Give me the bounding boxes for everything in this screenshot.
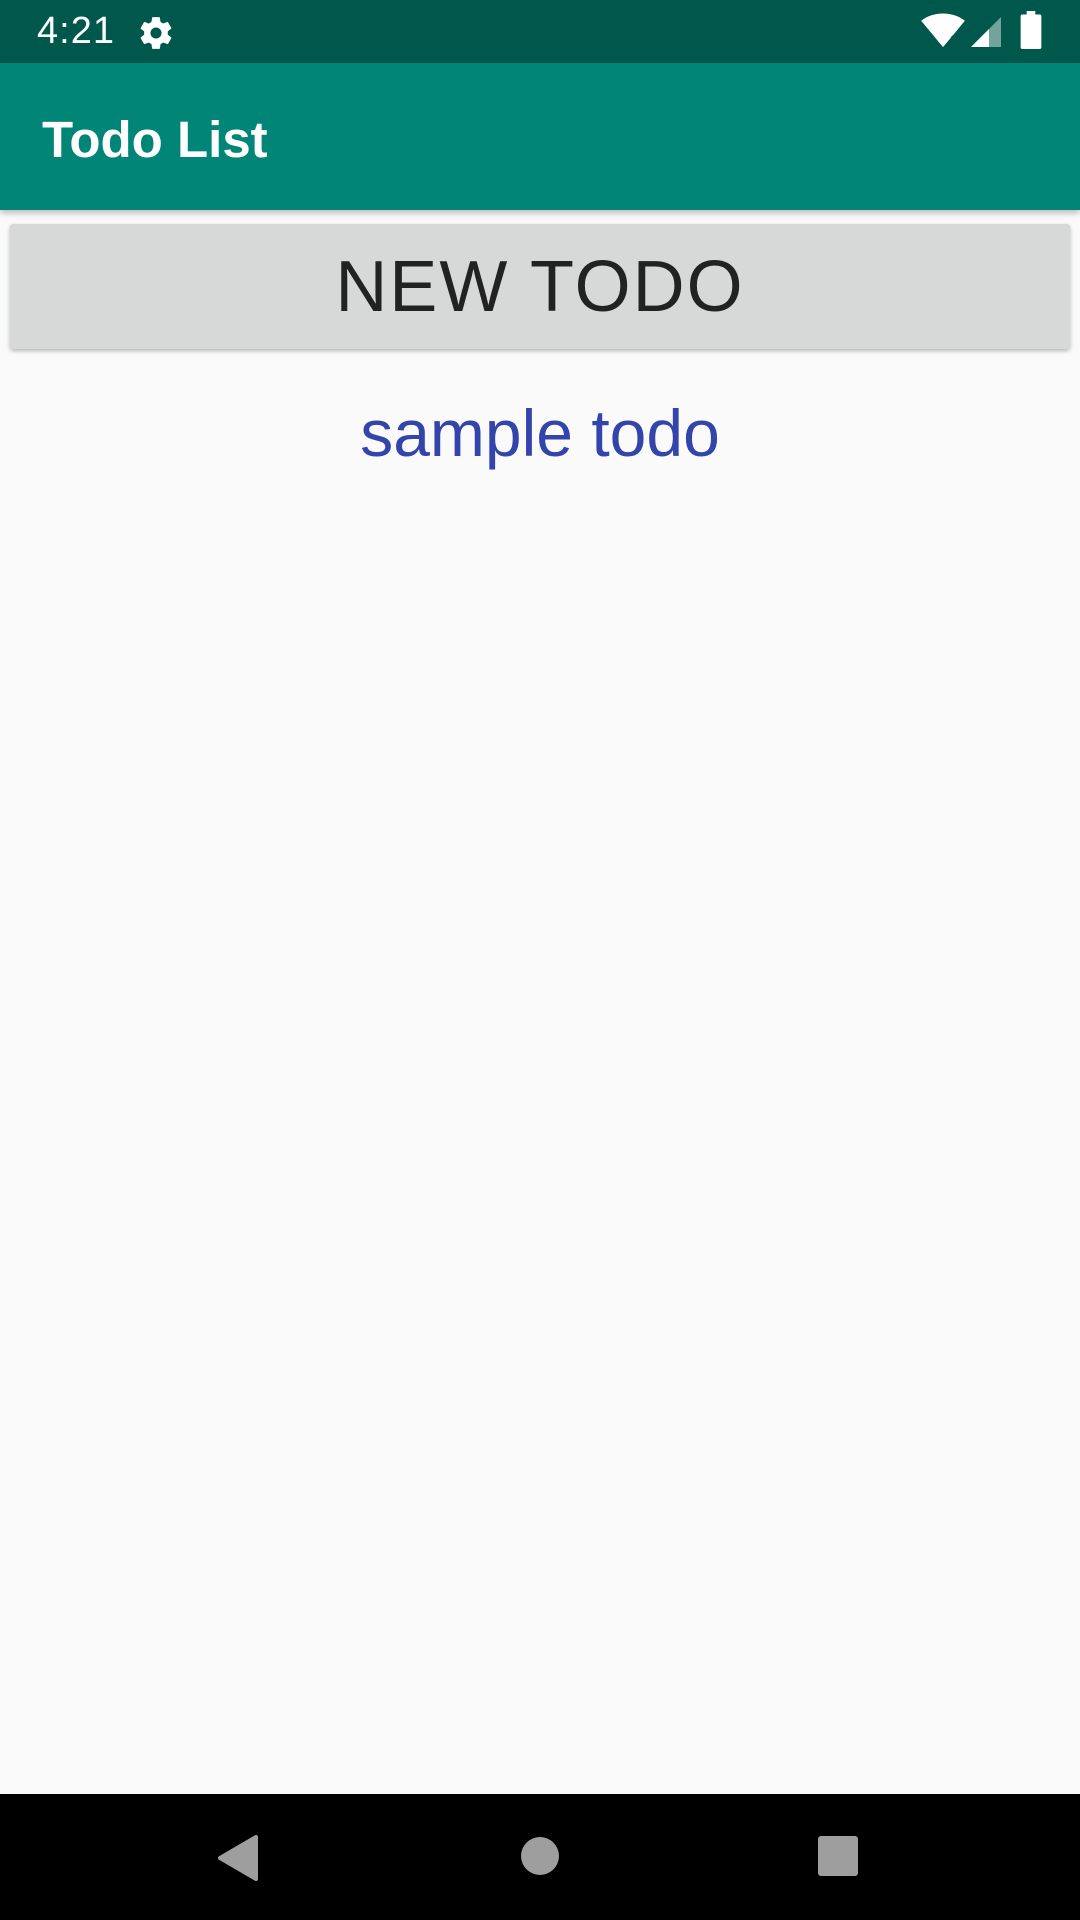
home-icon[interactable] [520,1836,560,1876]
status-bar: 4:21 [0,0,1080,63]
back-icon[interactable] [216,1834,260,1882]
new-todo-button[interactable]: NEW TODO [10,224,1070,349]
todo-item[interactable]: sample todo [0,393,1080,473]
wifi-icon [921,13,965,48]
gear-icon [140,17,172,49]
recents-icon[interactable] [818,1836,858,1876]
cell-signal-icon [971,17,1001,47]
navigation-bar [0,1794,1080,1920]
app-title: Todo List [42,111,268,168]
battery-icon [1020,11,1042,49]
app-bar: Todo List [0,63,1080,210]
status-time: 4:21 [37,10,115,52]
